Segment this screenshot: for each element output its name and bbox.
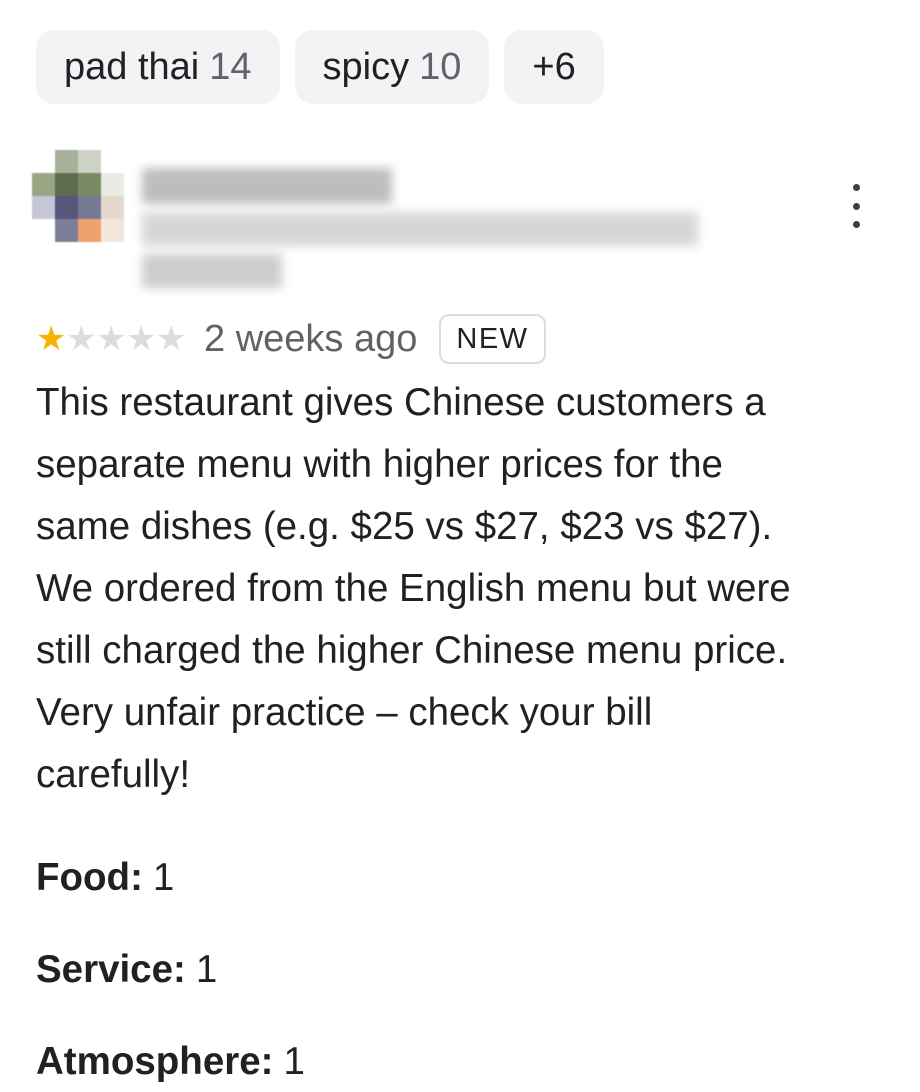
- review-text: This restaurant gives Chinese customers …: [36, 372, 896, 806]
- sub-rating-atmosphere: Atmosphere: 1: [36, 1032, 305, 1092]
- review-date: 2 weeks ago: [204, 317, 418, 360]
- review-text-line: This restaurant gives Chinese customers …: [36, 381, 766, 424]
- sub-rating-value: 1: [152, 856, 175, 899]
- chip-count: 10: [419, 45, 462, 88]
- chip-label: +6: [532, 45, 576, 88]
- star-empty-icon: ★: [96, 320, 127, 358]
- blurred-avatar-icon[interactable]: [32, 150, 124, 242]
- chip-count: 14: [209, 45, 252, 88]
- sub-rating-label: Atmosphere:: [36, 1040, 274, 1083]
- sub-rating-value: 1: [283, 1040, 305, 1083]
- chip-spicy[interactable]: spicy 10: [294, 30, 490, 104]
- review-text-line: still charged the higher Chinese menu pr…: [36, 629, 788, 672]
- chip-more-topics[interactable]: +6: [504, 30, 604, 104]
- review-meta: ★ ★ ★ ★ ★ 2 weeks ago NEW: [36, 312, 546, 366]
- star-empty-icon: ★: [126, 320, 157, 358]
- star-empty-icon: ★: [156, 320, 187, 358]
- more-vert-icon[interactable]: [838, 184, 874, 228]
- star-rating: ★ ★ ★ ★ ★: [36, 322, 186, 356]
- review-text-line: separate menu with higher prices for the: [36, 443, 723, 486]
- chip-label: pad thai: [64, 45, 200, 88]
- new-badge: NEW: [439, 314, 546, 364]
- review-text-line: same dishes (e.g. $25 vs $27, $23 vs $27…: [36, 505, 773, 548]
- topic-chips: pad thai 14 spicy 10 +6: [36, 30, 604, 104]
- sub-rating-label: Food:: [36, 856, 143, 899]
- review-text-line: Very unfair practice – check your bill: [36, 691, 653, 734]
- review-text-line: carefully!: [36, 753, 191, 796]
- sub-rating-service: Service: 1: [36, 940, 217, 1000]
- sub-rating-label: Service:: [36, 948, 186, 991]
- chip-label: spicy: [322, 45, 410, 88]
- star-empty-icon: ★: [66, 320, 97, 358]
- sub-rating-value: 1: [195, 948, 218, 991]
- star-filled-icon: ★: [36, 320, 67, 358]
- chip-pad-thai[interactable]: pad thai 14: [36, 30, 280, 104]
- sub-rating-food: Food: 1: [36, 848, 174, 908]
- review-text-line: We ordered from the English menu but wer…: [36, 567, 791, 610]
